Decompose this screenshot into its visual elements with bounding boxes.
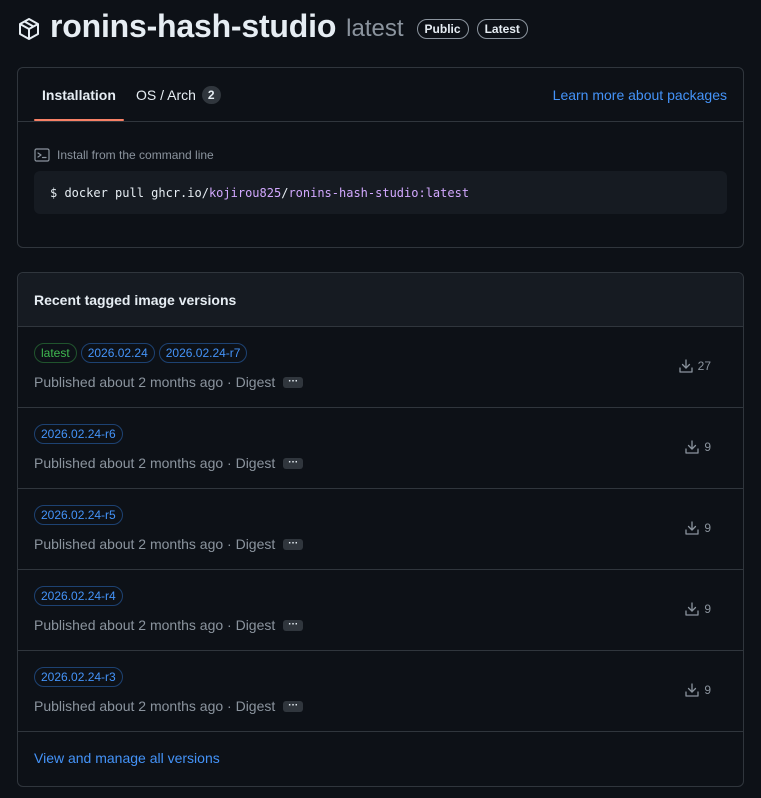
versions-panel: Recent tagged image versions latest 2026… xyxy=(17,272,744,787)
version-meta: Published about 2 months ago · Digest ··… xyxy=(34,617,304,633)
download-icon xyxy=(685,440,699,454)
installation-panel: Installation OS / Arch 2 Learn more abou… xyxy=(17,67,744,248)
command-user: kojirou825 xyxy=(208,185,282,200)
visibility-badge: Public xyxy=(416,19,469,39)
digest-ellipsis-button[interactable]: ··· xyxy=(283,619,304,631)
version-meta: Published about 2 months ago · Digest ··… xyxy=(34,698,304,714)
published-text: Published about 2 months ago · Digest xyxy=(34,455,276,471)
tag-version[interactable]: 2026.02.24-r4 xyxy=(34,586,123,606)
install-label: Install from the command line xyxy=(34,147,214,163)
published-text: Published about 2 months ago · Digest xyxy=(34,698,276,714)
tag-version[interactable]: 2026.02.24-r7 xyxy=(158,343,248,363)
tag-list: latest 2026.02.24 2026.02.24-r7 xyxy=(34,343,251,363)
version-row: 2026.02.24-r4 Published about 2 months a… xyxy=(18,570,743,651)
latest-badge: Latest xyxy=(476,19,528,39)
tag-list: 2026.02.24-r5 xyxy=(34,505,127,525)
install-label-text: Install from the command line xyxy=(57,148,214,162)
download-count: 9 xyxy=(684,682,711,698)
download-count: 9 xyxy=(684,439,711,455)
version-row: 2026.02.24-r6 Published about 2 months a… xyxy=(18,408,743,489)
download-icon xyxy=(678,359,693,373)
tag-list: 2026.02.24-r3 xyxy=(34,667,127,687)
download-count: 9 xyxy=(684,520,711,536)
version-row: 2026.02.24-r3 Published about 2 months a… xyxy=(18,651,743,732)
view-all-versions-link[interactable]: View and manage all versions xyxy=(34,750,220,766)
command-prefix: $ docker pull ghcr.io/ xyxy=(50,185,209,200)
tag-version[interactable]: 2026.02.24 xyxy=(80,343,155,363)
published-text: Published about 2 months ago · Digest xyxy=(34,374,276,390)
download-icon xyxy=(685,683,699,697)
package-icon xyxy=(19,18,39,40)
download-icon xyxy=(685,521,699,535)
learn-more-link[interactable]: Learn more about packages xyxy=(553,68,727,121)
command-image: ronins-hash-studio:latest xyxy=(288,185,470,200)
tag-latest[interactable]: latest xyxy=(34,343,77,363)
version-meta: Published about 2 months ago · Digest ··… xyxy=(34,536,304,552)
digest-ellipsis-button[interactable]: ··· xyxy=(283,376,304,388)
download-count-value: 9 xyxy=(704,440,711,454)
package-header: ronins-hash-studio latest Public Latest xyxy=(17,6,528,46)
tab-installation-label: Installation xyxy=(42,86,116,103)
package-name: ronins-hash-studio xyxy=(50,7,337,44)
tab-os-arch-label: OS / Arch xyxy=(136,86,196,103)
tag-list: 2026.02.24-r4 xyxy=(34,586,127,606)
download-count: 27 xyxy=(678,358,711,374)
download-count-value: 9 xyxy=(704,683,711,697)
download-count-value: 9 xyxy=(704,521,711,535)
install-command-box[interactable]: $ docker pull ghcr.io/kojirou825/ronins-… xyxy=(34,171,727,214)
published-text: Published about 2 months ago · Digest xyxy=(34,536,276,552)
version-meta: Published about 2 months ago · Digest ··… xyxy=(34,374,304,390)
tab-installation[interactable]: Installation xyxy=(34,68,124,121)
download-count-value: 27 xyxy=(697,359,711,373)
package-version: latest xyxy=(346,15,404,42)
os-arch-counter: 2 xyxy=(201,85,221,104)
versions-footer: View and manage all versions xyxy=(18,732,743,784)
tab-bar: Installation OS / Arch 2 Learn more abou… xyxy=(18,68,743,122)
version-row: latest 2026.02.24 2026.02.24-r7 Publishe… xyxy=(18,327,743,408)
download-count: 9 xyxy=(684,601,711,617)
tag-version[interactable]: 2026.02.24-r3 xyxy=(34,667,123,687)
version-row: 2026.02.24-r5 Published about 2 months a… xyxy=(18,489,743,570)
install-command[interactable]: $ docker pull ghcr.io/kojirou825/ronins-… xyxy=(34,186,469,200)
versions-title: Recent tagged image versions xyxy=(18,273,743,327)
version-meta: Published about 2 months ago · Digest ··… xyxy=(34,455,304,471)
tag-version[interactable]: 2026.02.24-r6 xyxy=(34,424,123,444)
download-count-value: 9 xyxy=(704,602,711,616)
download-icon xyxy=(685,602,699,616)
published-text: Published about 2 months ago · Digest xyxy=(34,617,276,633)
tab-os-arch[interactable]: OS / Arch 2 xyxy=(136,68,221,121)
tag-version[interactable]: 2026.02.24-r5 xyxy=(34,505,123,525)
tag-list: 2026.02.24-r6 xyxy=(34,424,127,444)
digest-ellipsis-button[interactable]: ··· xyxy=(283,538,304,550)
digest-ellipsis-button[interactable]: ··· xyxy=(283,457,304,469)
digest-ellipsis-button[interactable]: ··· xyxy=(283,700,304,712)
terminal-icon xyxy=(34,148,50,162)
